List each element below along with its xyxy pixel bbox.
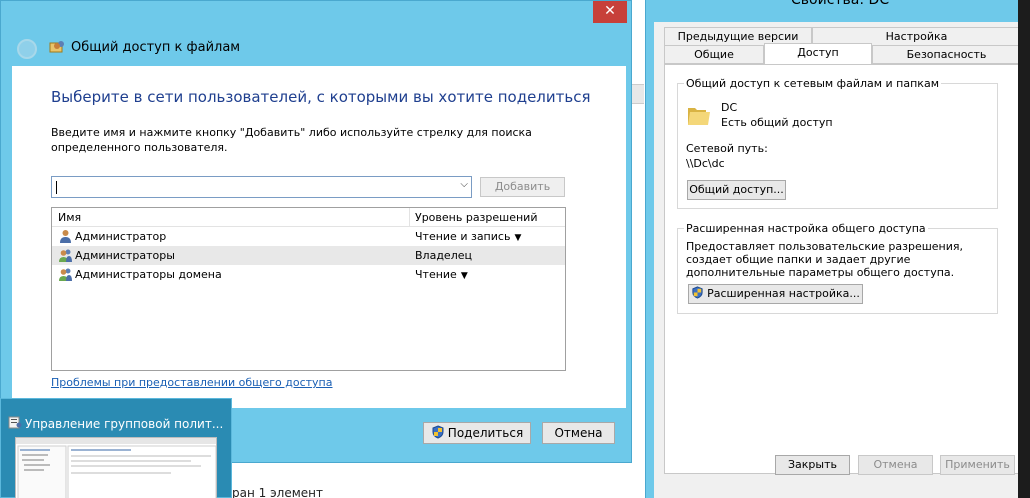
dialog-title: Общий доступ к файлам: [71, 40, 241, 55]
text-caret: [56, 181, 57, 194]
list-header: Имя Уровень разрешений: [52, 208, 565, 227]
column-permission-header[interactable]: Уровень разрешений: [415, 211, 537, 224]
users-share-icon: [49, 41, 64, 53]
properties-dialog: Свойства: DC Предыдущие версии Настройка…: [645, 0, 1030, 498]
thumbnail-preview: [15, 437, 217, 498]
advanced-sharing-button[interactable]: Расширенная настройка...: [688, 284, 863, 304]
file-sharing-dialog: ✕ Общий доступ к файлам Выберите в сети …: [0, 0, 632, 463]
folder-share-status: Есть общий доступ: [721, 116, 833, 129]
advanced-sharing-group-title: Расширенная настройка общего доступа: [684, 222, 928, 235]
share-instructions: Введите имя и нажмите кнопку "Добавить" …: [51, 126, 532, 154]
dropdown-arrow-icon[interactable]: ▼: [461, 271, 468, 281]
uac-shield-icon: [692, 286, 703, 299]
tab-sharing[interactable]: Доступ: [764, 43, 872, 65]
folder-name: DC: [721, 101, 738, 114]
list-row-group-admins[interactable]: Администраторы Владелец: [52, 246, 565, 265]
back-button[interactable]: [17, 39, 37, 59]
network-sharing-group-title: Общий доступ к сетевым файлам и папкам: [684, 77, 941, 90]
close-button[interactable]: ✕: [593, 1, 627, 23]
advanced-sharing-description: Предоставляет пользовательские разрешени…: [686, 240, 963, 279]
permission-dropdown[interactable]: Чтение и запись ▼: [415, 230, 521, 243]
sharing-problems-link[interactable]: Проблемы при предоставлении общего досту…: [51, 376, 333, 389]
network-path-label: Сетевой путь:: [686, 142, 768, 155]
permission-label: Чтение и запись: [415, 230, 511, 243]
group-policy-icon: [8, 416, 22, 429]
uac-shield-icon: [432, 425, 444, 439]
dialog-content: Выберите в сети пользователей, с которым…: [12, 66, 626, 408]
share-heading: Выберите в сети пользователей, с которым…: [51, 88, 591, 106]
background-scrollbar: [1018, 0, 1030, 498]
permission-dropdown[interactable]: Чтение ▼: [415, 268, 468, 281]
cancel-button[interactable]: Отмена: [858, 455, 933, 475]
chevron-down-icon[interactable]: ⌵: [460, 179, 468, 190]
permission-label: Владелец: [415, 249, 472, 262]
tab-security[interactable]: Безопасность: [872, 45, 1021, 64]
row-name: Администратор: [75, 230, 167, 243]
group-icon: [59, 268, 72, 281]
share-button[interactable]: Поделиться: [423, 422, 531, 444]
column-name-header[interactable]: Имя: [58, 211, 81, 224]
column-separator[interactable]: [409, 208, 410, 226]
advanced-sharing-group: Расширенная настройка общего доступа Пре…: [677, 222, 998, 314]
thumbnail-title: Управление групповой полит...: [25, 417, 224, 431]
network-path-value: \\Dc\dc: [686, 157, 725, 170]
folder-icon: [688, 108, 710, 125]
properties-title: Свойства: DC: [791, 0, 890, 8]
taskbar-thumbnail[interactable]: Управление групповой полит...: [0, 398, 232, 498]
dropdown-arrow-icon[interactable]: ▼: [514, 233, 521, 243]
preview-image: [16, 438, 216, 498]
share-button[interactable]: Общий доступ...: [687, 180, 786, 200]
list-row-user-admin[interactable]: Администратор Чтение и запись ▼: [52, 227, 565, 246]
advanced-sharing-button-label: Расширенная настройка...: [707, 287, 860, 300]
user-icon: [60, 230, 71, 243]
permission-label: Чтение: [415, 268, 457, 281]
properties-body: Предыдущие версии Настройка Общие Доступ…: [654, 22, 1030, 498]
cancel-button[interactable]: Отмена: [542, 422, 615, 444]
row-name: Администраторы: [75, 249, 175, 262]
add-button[interactable]: Добавить: [480, 177, 565, 197]
list-row-domain-admins[interactable]: Администраторы домена Чтение ▼: [52, 265, 565, 284]
tab-general[interactable]: Общие: [664, 45, 764, 64]
network-sharing-group: Общий доступ к сетевым файлам и папкам D…: [677, 77, 998, 209]
close-button[interactable]: Закрыть: [775, 455, 850, 475]
user-name-combobox[interactable]: ⌵: [51, 176, 472, 198]
share-button-label: Поделиться: [447, 426, 524, 440]
apply-button[interactable]: Применить: [940, 455, 1015, 475]
explorer-status-text: ран 1 элемент: [232, 486, 323, 498]
permissions-list[interactable]: Имя Уровень разрешений Администратор Чте…: [51, 207, 566, 371]
group-icon: [59, 249, 72, 262]
background-row: [632, 84, 644, 104]
row-name: Администраторы домена: [75, 268, 222, 281]
sharing-tab-page: Общий доступ к сетевым файлам и папкам D…: [664, 64, 1030, 474]
